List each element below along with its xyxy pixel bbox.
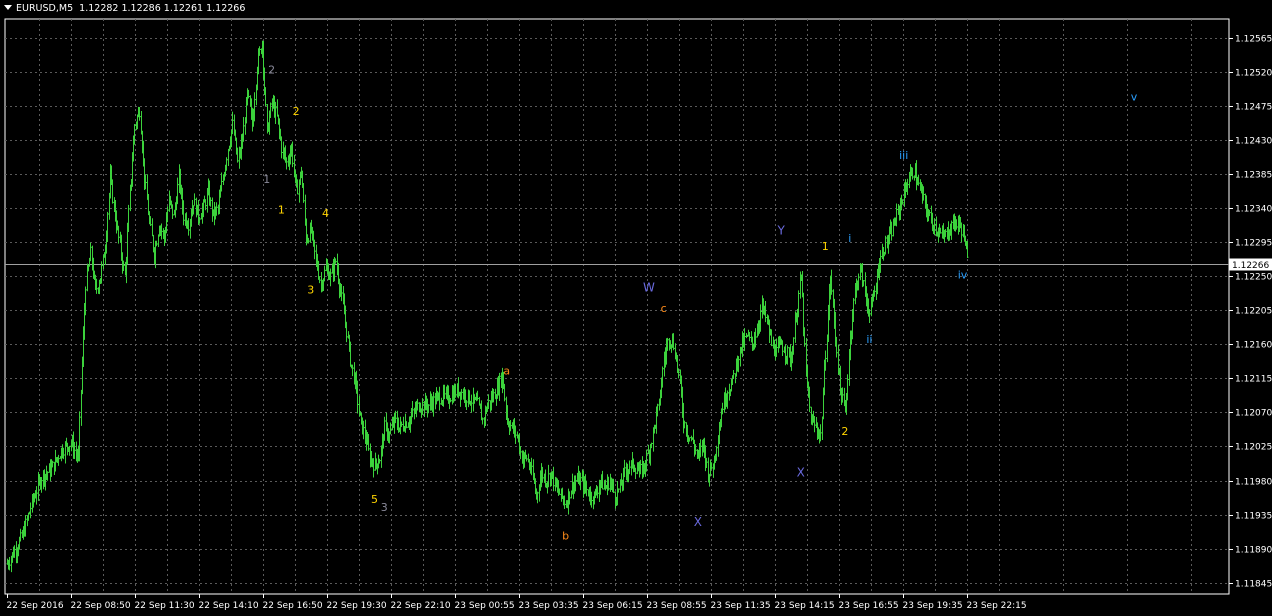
- x-tick-label: 22 Sep 2016: [7, 601, 64, 611]
- price-chart[interactable]: 1.12565 1.12520 1.12475 1.12430 1.12385 1.123…: [0, 0, 1272, 616]
- x-tick-label: 23 Sep 08:55: [647, 601, 707, 611]
- x-tick-label: 23 Sep 19:35: [903, 601, 963, 611]
- wave-label: b: [562, 530, 569, 543]
- x-tick-label: 22 Sep 16:50: [263, 601, 323, 611]
- wave-label: 1: [263, 173, 270, 186]
- y-tick-label: 1.11980: [1235, 478, 1272, 488]
- y-tick-label: 1.12565: [1235, 35, 1272, 45]
- wave-label: 1: [822, 240, 829, 253]
- wave-label: i: [848, 232, 851, 245]
- x-tick-label: 23 Sep 03:35: [519, 601, 579, 611]
- y-tick-label: 1.12520: [1235, 69, 1272, 79]
- wave-label: 1: [278, 203, 285, 216]
- x-tick-label: 22 Sep 11:30: [135, 601, 195, 611]
- x-tick-label: 23 Sep 11:35: [711, 601, 771, 611]
- y-tick-label: 1.12025: [1235, 443, 1272, 453]
- wave-label: iii: [899, 149, 908, 162]
- x-tick-label: 22 Sep 08:50: [71, 601, 131, 611]
- wave-label: 2: [268, 63, 275, 76]
- y-tick-label: 1.12115: [1235, 375, 1272, 385]
- x-tick-label: 22 Sep 22:10: [391, 601, 451, 611]
- y-tick-label: 1.12295: [1235, 239, 1272, 249]
- wave-label: 3: [307, 284, 314, 297]
- x-tick-label: 23 Sep 06:15: [583, 601, 643, 611]
- y-tick-label: 1.12340: [1235, 205, 1272, 215]
- x-tick-label: 23 Sep 00:55: [455, 601, 515, 611]
- y-tick-label: 1.12205: [1235, 307, 1272, 317]
- x-tick-label: 23 Sep 14:15: [775, 601, 835, 611]
- x-tick-label: 22 Sep 19:30: [327, 601, 387, 611]
- wave-label: W: [643, 280, 655, 294]
- chart-header: EURUSD,M5 1.12282 1.12286 1.12261 1.1226…: [4, 3, 245, 14]
- plot-frame: [4, 18, 1230, 595]
- wave-label: 4: [322, 207, 329, 220]
- wave-label: 2: [293, 105, 300, 118]
- wave-label: a: [503, 365, 510, 378]
- wave-label: v: [1131, 91, 1138, 104]
- chart-window[interactable]: 1.12565 1.12520 1.12475 1.12430 1.12385 1.123…: [0, 0, 1272, 616]
- wave-label: 2: [841, 425, 848, 438]
- y-tick-label: 1.11890: [1235, 546, 1272, 556]
- wave-label: 3: [381, 501, 388, 514]
- y-tick-label: 1.12070: [1235, 409, 1272, 419]
- wave-label: 5: [371, 493, 378, 506]
- y-tick-label: 1.12250: [1235, 273, 1272, 283]
- wave-label: Y: [777, 224, 786, 238]
- y-tick-label: 1.12430: [1235, 137, 1272, 147]
- wave-label: iv: [958, 269, 968, 282]
- y-tick-label: 1.11845: [1235, 580, 1272, 590]
- symbol-timeframe: EURUSD,M5: [16, 3, 74, 14]
- y-tick-label: 1.12385: [1235, 171, 1272, 181]
- dropdown-triangle-icon[interactable]: [4, 5, 12, 10]
- wave-label: ii: [866, 333, 872, 346]
- x-tick-label: 23 Sep 16:55: [839, 601, 899, 611]
- current-price-label: 1.12266: [1232, 261, 1269, 271]
- x-tick-label: 22 Sep 14:10: [199, 601, 259, 611]
- y-tick-label: 1.11935: [1235, 512, 1272, 522]
- wave-label: X: [797, 466, 805, 480]
- y-tick-label: 1.12475: [1235, 103, 1272, 113]
- wave-label: X: [694, 515, 702, 529]
- ohlc-values: 1.12282 1.12286 1.12261 1.12266: [79, 3, 246, 14]
- y-tick-label: 1.12160: [1235, 341, 1272, 351]
- wave-label: c: [661, 302, 667, 315]
- x-tick-label: 23 Sep 22:15: [967, 601, 1027, 611]
